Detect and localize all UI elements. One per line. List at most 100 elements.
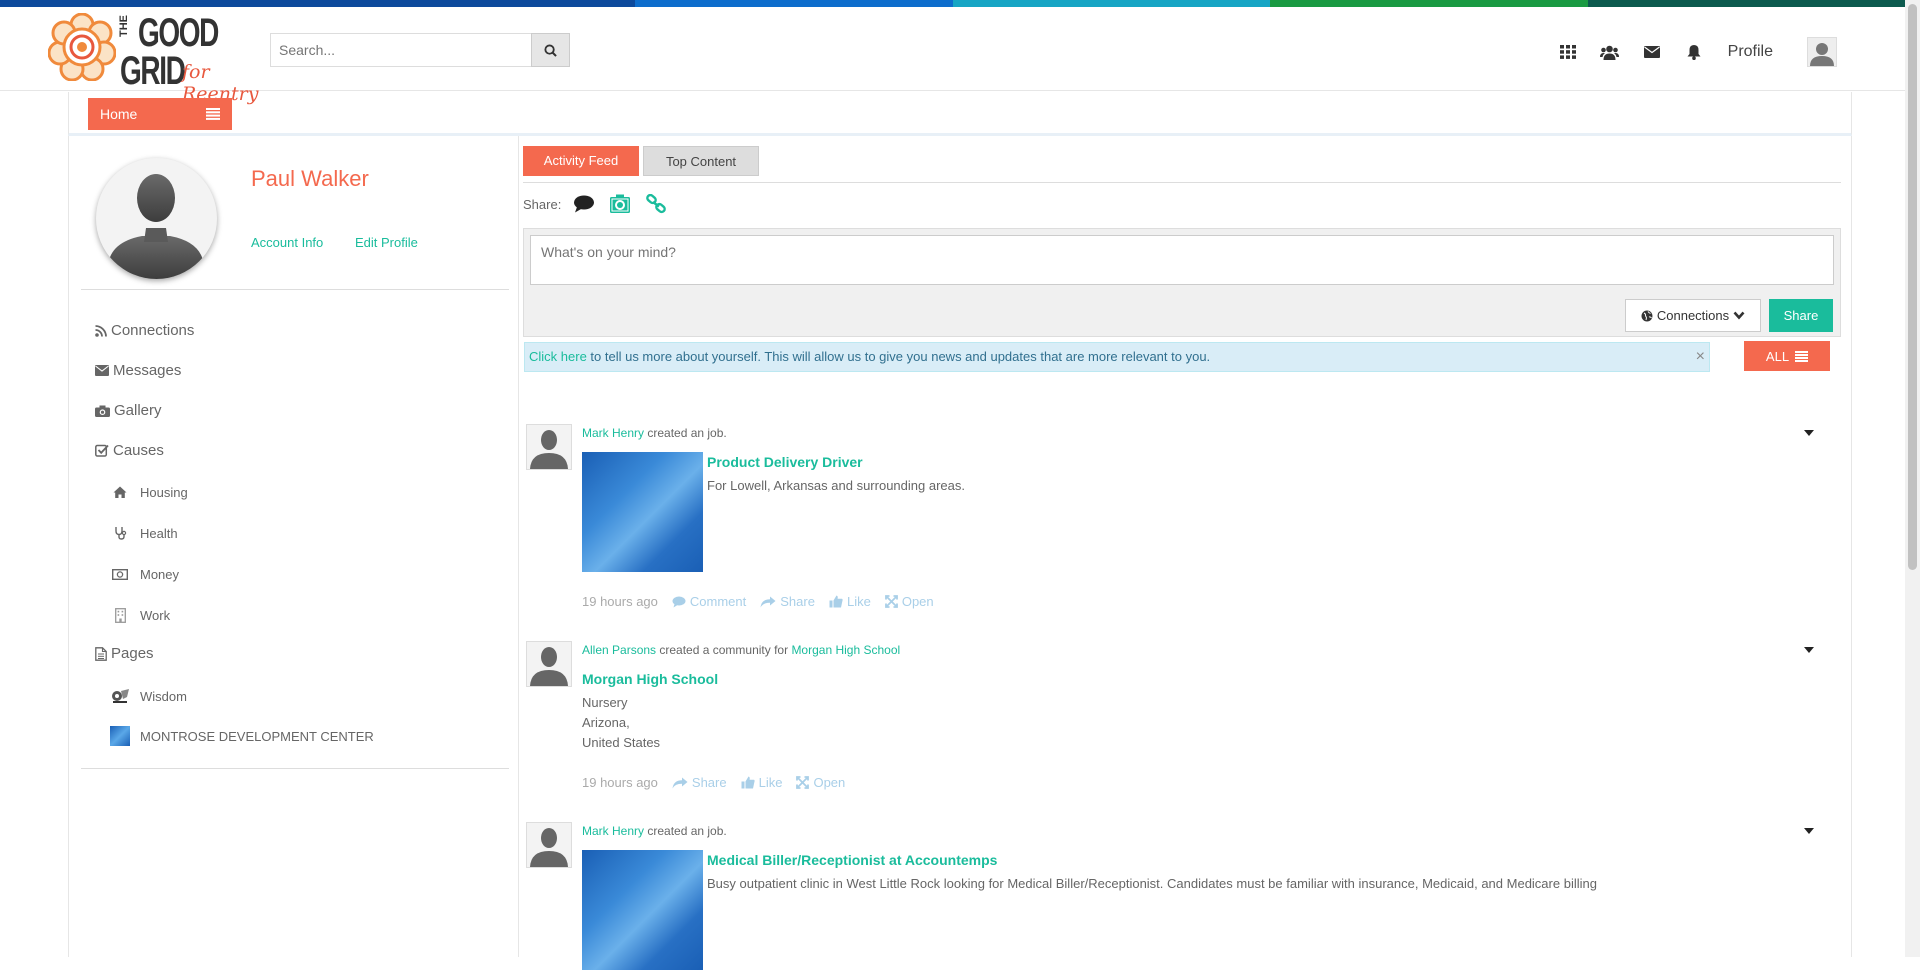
share-button[interactable]: Share <box>1769 299 1833 332</box>
search-input[interactable] <box>270 33 531 67</box>
open-label: Open <box>901 594 934 609</box>
page-label: Wisdom <box>140 688 187 704</box>
post-time: 19 hours ago <box>582 775 658 790</box>
flower-logo-icon <box>48 13 116 81</box>
post-title[interactable]: Product Delivery Driver <box>707 454 863 470</box>
post-header: Mark Henry created an job. <box>582 426 727 440</box>
author-avatar[interactable] <box>526 641 572 687</box>
sidebar-cause-money[interactable]: Money <box>110 564 179 584</box>
expand-icon <box>884 595 898 608</box>
sidebar-item-messages[interactable]: Messages <box>95 362 181 379</box>
author-avatar[interactable] <box>526 424 572 470</box>
community-address: Nursery Arizona, United States <box>582 693 660 753</box>
feed-post: Mark Henry created an job. Product Deliv… <box>526 424 1826 614</box>
like-action[interactable]: Like <box>829 594 871 609</box>
bell-icon[interactable] <box>1684 42 1704 62</box>
account-info-link[interactable]: Account Info <box>251 235 323 250</box>
globe-icon <box>1641 310 1653 321</box>
post-options-caret[interactable] <box>1804 828 1814 834</box>
author-link[interactable]: Allen Parsons <box>582 643 656 657</box>
scrollbar-thumb[interactable] <box>1908 4 1917 570</box>
stethoscope-icon <box>110 523 130 543</box>
sidebar-divider-top <box>81 289 509 290</box>
menu-lines-icon <box>206 108 220 120</box>
users-icon[interactable] <box>1600 42 1620 62</box>
apps-grid-icon[interactable] <box>1558 42 1578 62</box>
comment-action[interactable]: Comment <box>672 594 746 609</box>
profile-link[interactable]: Profile <box>1728 43 1773 61</box>
post-description: Busy outpatient clinic in West Little Ro… <box>707 876 1597 891</box>
cause-label: Housing <box>140 484 188 500</box>
job-thumbnail[interactable] <box>582 850 703 970</box>
camera-icon <box>95 405 110 417</box>
feed-filter-button[interactable]: ALL <box>1744 341 1830 371</box>
sidebar-item-pages[interactable]: Pages <box>95 645 154 662</box>
page-scrollbar[interactable] <box>1905 0 1920 957</box>
sidebar-page-montrose[interactable]: MONTROSE DEVELOPMENT CENTER <box>110 726 374 746</box>
sidebar-page-wisdom[interactable]: Wisdom <box>110 686 187 706</box>
sidebar-cause-housing[interactable]: Housing <box>110 482 188 502</box>
sidebar-cause-health[interactable]: Health <box>110 523 178 543</box>
tab-activity-feed[interactable]: Activity Feed <box>523 146 639 176</box>
comment-share-icon[interactable] <box>571 193 597 215</box>
site-logo[interactable]: THE GOOD GRID for Reentry <box>48 11 263 105</box>
share-icon <box>760 596 776 607</box>
rss-icon <box>95 324 107 337</box>
chevron-down-icon <box>1733 311 1745 320</box>
comment-label: Comment <box>689 594 747 609</box>
search-bar <box>270 33 570 67</box>
like-label: Like <box>758 775 783 790</box>
tab-top-content[interactable]: Top Content <box>643 146 759 176</box>
share-action[interactable]: Share <box>760 594 815 609</box>
envelope-icon[interactable] <box>1642 42 1662 62</box>
header-avatar[interactable] <box>1807 37 1837 67</box>
author-link[interactable]: Mark Henry <box>582 426 644 440</box>
close-icon[interactable]: × <box>1696 343 1705 371</box>
open-action[interactable]: Open <box>796 775 845 790</box>
file-icon <box>95 646 107 661</box>
share-label: Share <box>780 594 815 609</box>
post-options-caret[interactable] <box>1804 647 1814 653</box>
post-title[interactable]: Medical Biller/Receptionist at Accountem… <box>707 852 997 868</box>
link-share-icon[interactable] <box>643 193 669 215</box>
search-button[interactable] <box>531 33 570 67</box>
audience-dropdown[interactable]: Connections <box>1625 299 1761 332</box>
post-title[interactable]: Morgan High School <box>582 671 718 687</box>
sidebar-item-causes[interactable]: Causes <box>95 442 164 459</box>
open-action[interactable]: Open <box>884 594 934 609</box>
click-here-link[interactable]: Click here <box>529 349 587 364</box>
sidebar-cause-work[interactable]: Work <box>110 605 170 625</box>
filter-label: ALL <box>1765 348 1790 364</box>
building-icon <box>110 605 130 625</box>
community-link[interactable]: Morgan High School <box>791 643 900 657</box>
author-avatar[interactable] <box>526 822 572 868</box>
sidebar-item-label: Messages <box>113 362 182 379</box>
share-action[interactable]: Share <box>672 775 727 790</box>
page-border-left <box>68 136 69 957</box>
montrose-page-icon <box>110 726 130 746</box>
logo-good-text: GOOD <box>138 11 219 55</box>
money-icon <box>110 564 130 584</box>
user-name[interactable]: Paul Walker <box>251 166 369 192</box>
home-menu-button[interactable]: Home <box>88 98 232 130</box>
address-line: Nursery <box>582 695 628 710</box>
edit-profile-link[interactable]: Edit Profile <box>355 235 418 250</box>
home-label: Home <box>100 106 138 122</box>
photo-share-icon[interactable] <box>607 193 633 215</box>
open-label: Open <box>813 775 846 790</box>
post-verb: created an job. <box>644 426 727 440</box>
post-options-caret[interactable] <box>1804 430 1814 436</box>
thumbs-up-icon <box>829 595 843 608</box>
sidebar-item-connections[interactable]: Connections <box>95 322 194 339</box>
profile-avatar[interactable] <box>96 158 217 279</box>
author-link[interactable]: Mark Henry <box>582 824 644 838</box>
feed-post: Allen Parsons created a community for Mo… <box>526 641 1826 791</box>
job-thumbnail[interactable] <box>582 452 703 572</box>
post-time: 19 hours ago <box>582 594 658 609</box>
sidebar-item-gallery[interactable]: Gallery <box>95 402 162 419</box>
like-action[interactable]: Like <box>741 775 783 790</box>
status-textarea[interactable] <box>530 235 1834 285</box>
address-line: United States <box>582 735 661 750</box>
alert-message: to tell us more about yourself. This wil… <box>586 349 1211 364</box>
cause-label: Work <box>140 607 171 623</box>
